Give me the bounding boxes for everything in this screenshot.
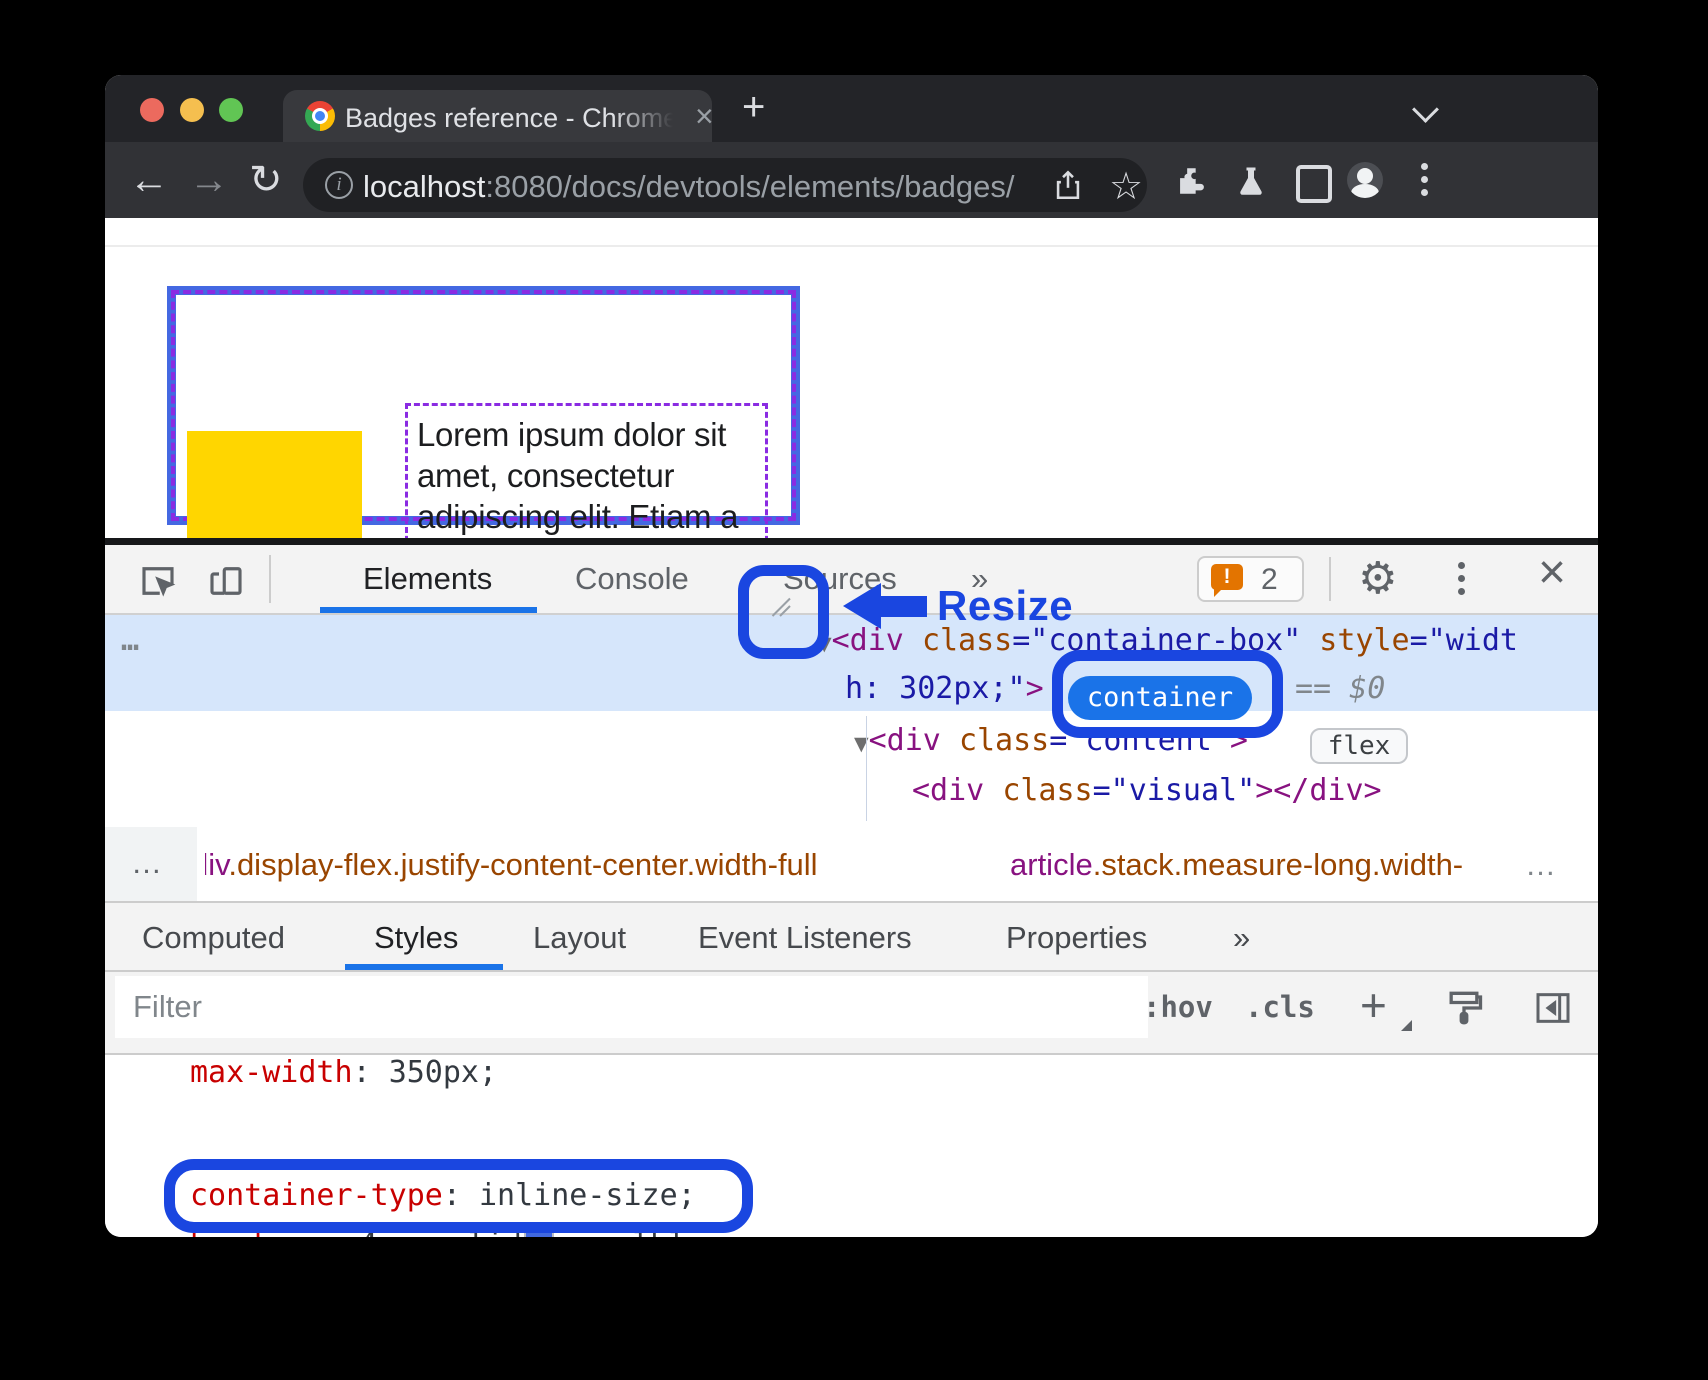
browser-toolbar: ← → ↻ i localhost:8080/docs/devtools/ele… <box>105 142 1598 218</box>
new-tab-button[interactable]: + <box>742 85 765 130</box>
breadcrumb-item-article[interactable]: article.stack.measure-long.width- <box>1010 847 1463 883</box>
inspect-element-icon[interactable] <box>137 560 179 602</box>
url-path: :8080/docs/devtools/elements/badges/ <box>485 169 1014 204</box>
resize-arrow-head <box>843 583 881 629</box>
styles-pane-tabs: Computed Styles Layout Event Listeners P… <box>105 903 1598 972</box>
hidden-ancestors-ellipsis[interactable]: … <box>121 623 141 658</box>
active-pane-underline <box>345 964 503 970</box>
issues-count: 2 <box>1261 563 1278 597</box>
new-rule-dropdown-corner <box>1401 1020 1412 1031</box>
styles-rule-list: max-width: 350px; container-type: inline… <box>105 1055 1598 1237</box>
breadcrumb-overflow-left[interactable]: … <box>105 827 197 901</box>
devtools-close-icon[interactable]: × <box>1538 545 1566 600</box>
new-style-rule-button[interactable]: + <box>1360 978 1387 1032</box>
tab-strip: Badges reference - Chrome De × + <box>105 75 1598 142</box>
tab-console[interactable]: Console <box>575 561 689 597</box>
extensions-puzzle-icon[interactable] <box>1173 164 1207 198</box>
reload-button[interactable]: ↻ <box>249 157 283 203</box>
tree-row-visual[interactable]: <div class="visual"></div> <box>912 773 1382 808</box>
element-classes-button[interactable]: .cls <box>1245 990 1315 1024</box>
breadcrumb-item-div[interactable]: div.display-flex.justify-content-center.… <box>205 847 940 883</box>
styles-filter-bar: :hov .cls + <box>105 972 1598 1055</box>
browser-window: Badges reference - Chrome De × + ← → ↻ i… <box>105 75 1598 1237</box>
breadcrumb: … div.display-flex.justify-content-cente… <box>105 827 1598 903</box>
container-badge-annotation-ring <box>1052 650 1283 738</box>
page-rule <box>105 245 1598 247</box>
browser-tab[interactable]: Badges reference - Chrome De × <box>283 90 712 142</box>
chrome-favicon <box>305 101 335 131</box>
tab-layout[interactable]: Layout <box>533 920 626 956</box>
shorthand-disclosure-icon[interactable]: ▶ <box>335 1233 360 1237</box>
address-bar[interactable]: i localhost:8080/docs/devtools/elements/… <box>303 158 1147 212</box>
filter-input[interactable] <box>115 976 1148 1038</box>
share-icon[interactable] <box>1051 168 1085 202</box>
devtools-menu-icon[interactable] <box>1458 575 1465 582</box>
tab-elements[interactable]: Elements <box>363 561 492 597</box>
forward-button[interactable]: → <box>189 158 229 203</box>
more-panes-chevrons[interactable]: » <box>1233 920 1250 956</box>
lorem-line: Lorem ipsum dolor sit <box>417 414 738 455</box>
tab-styles[interactable]: Styles <box>374 920 458 956</box>
device-toolbar-icon[interactable] <box>205 560 247 602</box>
tab-properties[interactable]: Properties <box>1006 920 1147 956</box>
breadcrumb-overflow-right[interactable]: … <box>1525 847 1558 883</box>
toolbar-divider <box>269 555 271 603</box>
tree-row-container-box-wrap[interactable]: h: 302px;"> <box>845 671 1044 706</box>
site-info-icon[interactable]: i <box>325 171 353 199</box>
devtools-dock-divider[interactable] <box>105 538 1598 545</box>
settings-gear-icon[interactable]: ⚙ <box>1358 553 1397 604</box>
tab-title-fade <box>613 90 688 142</box>
container-type-annotation-ring <box>164 1159 753 1233</box>
bookmark-star-icon[interactable]: ☆ <box>1109 164 1143 209</box>
tab-close-icon[interactable]: × <box>695 98 714 135</box>
flex-badge[interactable]: flex <box>1310 728 1408 764</box>
hover-state-button[interactable]: :hov <box>1143 990 1213 1024</box>
tab-search-chevron-icon[interactable] <box>1412 96 1439 123</box>
resize-annotation-ring <box>738 565 829 659</box>
issues-counter[interactable]: ! 2 <box>1197 556 1304 602</box>
back-button[interactable]: ← <box>129 158 169 203</box>
browser-menu-icon[interactable] <box>1421 176 1428 183</box>
flask-icon[interactable] <box>1233 163 1269 199</box>
dock-sidebar-toggle-icon[interactable] <box>1533 988 1573 1028</box>
elements-tree: … ▼<div class="container-box" style="wid… <box>105 615 1598 827</box>
rendering-brush-icon[interactable] <box>1442 986 1486 1030</box>
tab-event-listeners[interactable]: Event Listeners <box>698 920 912 956</box>
resize-arrow-tail <box>879 596 927 617</box>
tab-computed[interactable]: Computed <box>142 920 285 956</box>
url-text: localhost:8080/docs/devtools/elements/ba… <box>363 169 1014 205</box>
url-host: localhost <box>363 169 485 204</box>
window-minimize-button[interactable] <box>180 98 204 122</box>
lorem-line: amet, consectetur <box>417 455 738 496</box>
profile-avatar[interactable] <box>1347 162 1383 198</box>
issues-icon: ! <box>1211 564 1243 590</box>
lorem-line: adipiscing elit. Etiam a <box>417 496 738 537</box>
page-viewport: Lorem ipsum dolor sit amet, consectetur … <box>105 218 1598 538</box>
side-panel-icon[interactable] <box>1296 165 1332 203</box>
selected-node-marker: == $0 <box>1295 671 1385 706</box>
active-tab-underline <box>320 607 537 613</box>
resize-annotation-label: Resize <box>937 582 1073 630</box>
indent-guide <box>866 716 867 821</box>
window-close-button[interactable] <box>140 98 164 122</box>
window-zoom-button[interactable] <box>219 98 243 122</box>
toolbar-divider <box>1329 557 1331 601</box>
css-declaration-max-width[interactable]: max-width: 350px; <box>190 1055 497 1090</box>
